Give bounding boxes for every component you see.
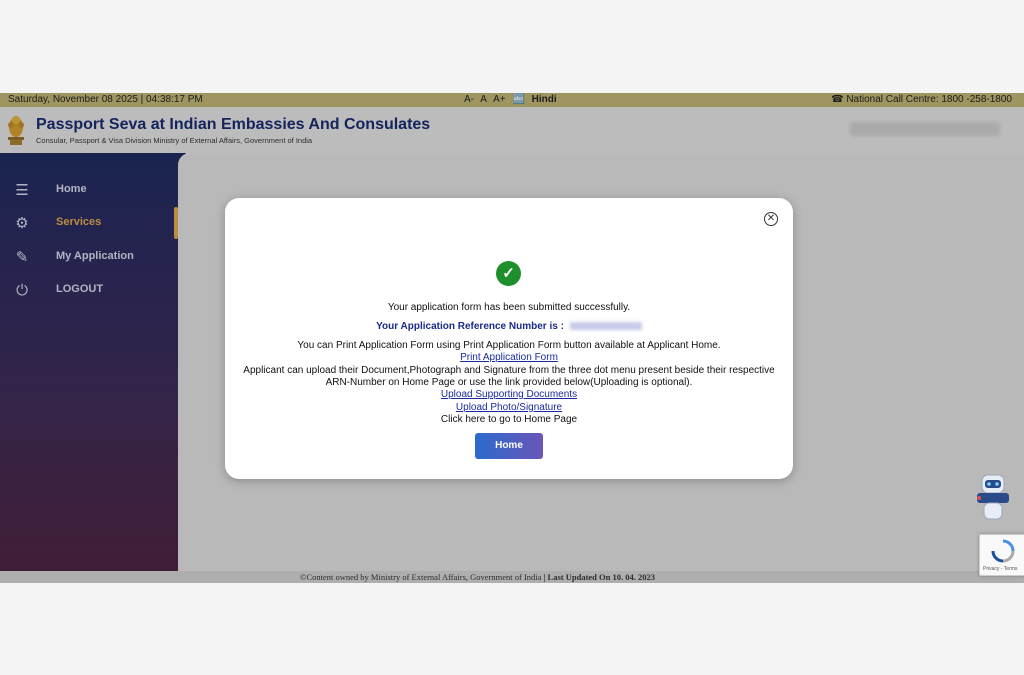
- upload-photo-row: Upload Photo/Signature: [225, 402, 793, 413]
- recaptcha-icon: [991, 539, 1015, 563]
- recaptcha-text[interactable]: Privacy - Terms: [983, 566, 1017, 572]
- close-icon[interactable]: ✕: [764, 212, 778, 226]
- reference-number-blurred: [569, 322, 642, 331]
- success-message: Your application form has been submitted…: [387, 302, 631, 313]
- home-info: Click here to go to Home Page: [440, 414, 578, 425]
- recaptcha-badge[interactable]: Privacy - Terms: [979, 534, 1024, 576]
- upload-photo-signature-link[interactable]: Upload Photo/Signature: [456, 402, 562, 413]
- upload-info-line-1: Applicant can upload their Document,Phot…: [243, 365, 775, 376]
- print-application-form-link[interactable]: Print Application Form: [460, 352, 558, 363]
- print-info: You can Print Application Form using Pri…: [297, 340, 721, 351]
- upload-supporting-documents-link[interactable]: Upload Supporting Documents: [441, 389, 577, 400]
- success-dialog: ✕ ✓ Your application form has been submi…: [225, 198, 793, 479]
- upload-info-line-2: ARN-Number on Home Page or use the link …: [325, 377, 693, 388]
- home-button[interactable]: Home: [475, 433, 543, 459]
- print-link-row: Print Application Form: [225, 352, 793, 363]
- upload-docs-row: Upload Supporting Documents: [225, 389, 793, 400]
- reference-number-row: Your Application Reference Number is :: [225, 321, 793, 332]
- chatbot-robot-icon[interactable]: [974, 473, 1012, 525]
- reference-label: Your Application Reference Number is :: [376, 321, 564, 332]
- success-check-icon: ✓: [496, 261, 521, 286]
